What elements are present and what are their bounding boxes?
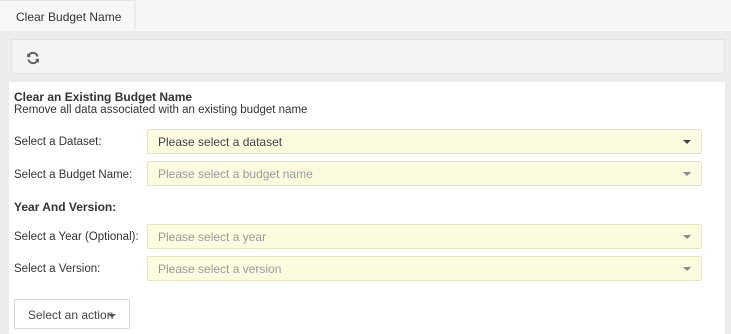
dataset-select-value: Please select a dataset bbox=[158, 135, 283, 149]
budget-name-select[interactable]: Please select a budget name bbox=[147, 161, 702, 186]
caret-down-icon bbox=[108, 314, 116, 318]
year-select-value: Please select a year bbox=[158, 230, 267, 244]
form-content: Clear an Existing Budget Name Remove all… bbox=[9, 82, 725, 334]
budget-name-select-value: Please select a budget name bbox=[158, 167, 313, 181]
budget-name-label: Select a Budget Name: bbox=[14, 169, 133, 181]
chevron-down-icon bbox=[683, 140, 691, 144]
form-title: Clear an Existing Budget Name bbox=[14, 90, 193, 104]
chevron-down-icon bbox=[683, 172, 691, 176]
chevron-down-icon bbox=[683, 267, 691, 271]
refresh-icon[interactable] bbox=[26, 51, 40, 65]
version-select-value: Please select a version bbox=[158, 262, 282, 276]
tab-clear-budget-name[interactable]: Clear Budget Name bbox=[0, 0, 135, 31]
main-panel: Clear an Existing Budget Name Remove all… bbox=[0, 31, 731, 334]
year-label: Select a Year (Optional): bbox=[14, 231, 139, 243]
dataset-label: Select a Dataset: bbox=[14, 136, 102, 148]
select-action-button[interactable]: Select an action bbox=[14, 299, 130, 329]
dataset-select[interactable]: Please select a dataset bbox=[147, 129, 702, 154]
version-label: Select a Version: bbox=[14, 263, 101, 275]
chevron-down-icon bbox=[683, 235, 691, 239]
year-version-heading: Year And Version: bbox=[14, 200, 117, 214]
select-action-label: Select an action bbox=[28, 308, 114, 322]
form-subtitle: Remove all data associated with an exist… bbox=[14, 104, 308, 116]
version-select[interactable]: Please select a version bbox=[147, 256, 702, 281]
year-select[interactable]: Please select a year bbox=[147, 224, 702, 249]
tab-bar-empty-area bbox=[136, 0, 731, 29]
tab-bar: Clear Budget Name bbox=[0, 0, 731, 31]
toolbar bbox=[11, 39, 725, 74]
